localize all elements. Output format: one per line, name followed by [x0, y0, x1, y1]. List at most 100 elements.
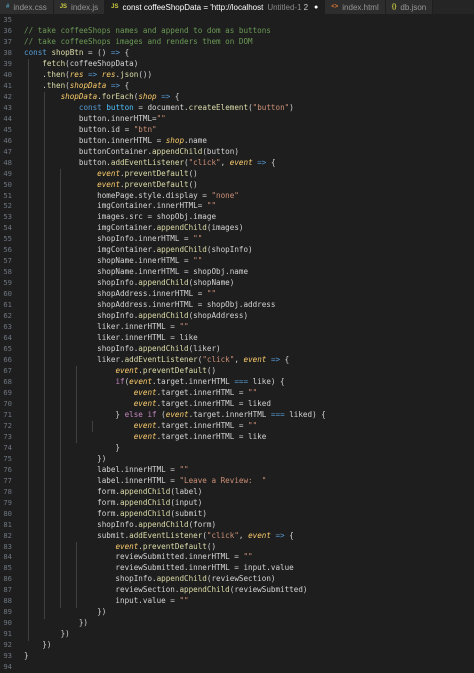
tab-3[interactable]: <> index.html — [325, 0, 386, 14]
line-number: 55 — [3, 234, 12, 244]
code-line[interactable]: imgContainer.appendChild(images) — [24, 223, 474, 234]
indent-guide — [44, 91, 45, 619]
code-line[interactable]: button.innerHTML = shop.name — [24, 136, 474, 147]
code-line[interactable]: .then(shopData => { — [24, 81, 474, 92]
line-number: 75 — [3, 453, 12, 463]
line-number: 64 — [3, 333, 12, 343]
code-line[interactable]: shopName.innerHTML = shopObj.name — [24, 267, 474, 278]
line-number-gutter: 35 36 37 38 39 40 41 42 43 44 45 46 47 48 49 50 51 52 53 54… — [0, 15, 12, 673]
tab-2[interactable]: JS const coffeeShopData = 'http://localho… — [105, 0, 326, 14]
line-number: 54 — [3, 223, 12, 233]
code-line[interactable]: shopInfo.appendChild(shopName) — [24, 278, 474, 289]
code-line[interactable]: input.value = "" — [24, 596, 474, 607]
line-number: 51 — [3, 190, 12, 200]
code-line[interactable]: shopAddress.innerHTML = shopObj.address — [24, 300, 474, 311]
line-number: 80 — [3, 508, 12, 518]
unsaved-dot-icon[interactable]: ● — [314, 4, 318, 11]
code-line[interactable]: liker.innerHTML = "" — [24, 322, 474, 333]
code-line[interactable]: submit.addEventListener("click", event =… — [24, 531, 474, 542]
line-number: 82 — [3, 530, 12, 540]
code-line[interactable]: const shopBtn = () => { — [24, 48, 474, 59]
code-line[interactable]: } else if (event.target.innerHTML === li… — [24, 410, 474, 421]
line-number: 86 — [3, 574, 12, 584]
code-line[interactable]: reviewSubmitted.innerHTML = "" — [24, 552, 474, 563]
line-number: 92 — [3, 640, 12, 650]
code-line[interactable]: } — [24, 443, 474, 454]
tab-label: index.css — [13, 2, 47, 12]
line-number: 62 — [3, 311, 12, 321]
code-line[interactable]: shopInfo.appendChild(form) — [24, 520, 474, 531]
code-line[interactable]: shopName.innerHTML = "" — [24, 256, 474, 267]
code-line[interactable]: button.id = "btn" — [24, 125, 474, 136]
code-line[interactable]: imgContainer.appendChild(shopInfo) — [24, 245, 474, 256]
html-file-icon: <> — [331, 4, 339, 10]
tab-4[interactable]: {} db.json — [385, 0, 434, 14]
indent-guide — [60, 168, 61, 608]
code-line[interactable] — [24, 15, 474, 26]
code-line[interactable]: form.appendChild(submit) — [24, 509, 474, 520]
js-file-icon: JS — [111, 4, 119, 10]
code-line[interactable]: reviewSection.appendChild(reviewSubmitte… — [24, 585, 474, 596]
code-line[interactable]: event.preventDefault() — [24, 366, 474, 377]
line-number: 84 — [3, 552, 12, 562]
code-line[interactable]: event.target.innerHTML = liked — [24, 399, 474, 410]
line-number: 40 — [3, 69, 12, 79]
code-line[interactable]: button.addEventListener("click", event =… — [24, 158, 474, 169]
code-line[interactable]: form.appendChild(label) — [24, 487, 474, 498]
code-line[interactable]: fetch(coffeeShopData) — [24, 59, 474, 70]
line-number: 65 — [3, 344, 12, 354]
line-number: 43 — [3, 102, 12, 112]
tab-0[interactable]: # index.css — [0, 0, 54, 14]
code-line[interactable]: button.innerHTML="" — [24, 114, 474, 125]
code-line[interactable]: } — [24, 651, 474, 662]
code-line[interactable]: shopData.forEach(shop => { — [24, 92, 474, 103]
code-line[interactable]: }) — [24, 454, 474, 465]
code-line[interactable]: event.preventDefault() — [24, 180, 474, 191]
code-line[interactable]: buttonContainer.appendChild(button) — [24, 147, 474, 158]
code-line[interactable]: event.preventDefault() — [24, 542, 474, 553]
code-line[interactable]: }) — [24, 618, 474, 629]
code-editor[interactable]: 35 36 37 38 39 40 41 42 43 44 45 46 47 48 49 50 51 52 53 54… — [0, 15, 474, 671]
code-line[interactable]: shopInfo.appendChild(liker) — [24, 344, 474, 355]
code-line[interactable]: shopInfo.appendChild(shopAddress) — [24, 311, 474, 322]
code-line[interactable]: shopAddress.innerHTML = "" — [24, 289, 474, 300]
code-line[interactable]: }) — [24, 640, 474, 651]
line-number: 70 — [3, 398, 12, 408]
code-line[interactable]: event.target.innerHTML = like — [24, 432, 474, 443]
code-line[interactable]: }) — [24, 607, 474, 618]
code-line[interactable]: label.innerHTML = "Leave a Review: " — [24, 476, 474, 487]
line-number: 87 — [3, 585, 12, 595]
line-number: 53 — [3, 212, 12, 222]
line-number: 71 — [3, 409, 12, 419]
code-line[interactable]: images.src = shopObj.image — [24, 212, 474, 223]
code-line[interactable]: form.appendChild(input) — [24, 498, 474, 509]
line-number: 39 — [3, 58, 12, 68]
code-line[interactable]: event.target.innerHTML = "" — [24, 388, 474, 399]
js-file-icon: JS — [59, 4, 68, 10]
line-number: 45 — [3, 124, 12, 134]
code-line[interactable]: // take coffeeShops images and renders t… — [24, 37, 474, 48]
code-line[interactable]: imgContainer.innerHTML= "" — [24, 201, 474, 212]
code-line[interactable] — [24, 662, 474, 673]
line-number: 56 — [3, 245, 12, 255]
code-line[interactable]: if(event.target.innerHTML === like) { — [24, 377, 474, 388]
code-line[interactable]: shopInfo.innerHTML = "" — [24, 234, 474, 245]
tab-description: Untitled-1 — [267, 2, 302, 12]
vertical-scrollbar[interactable] — [466, 15, 474, 639]
code-line[interactable]: // take coffeeShops names and append to … — [24, 26, 474, 37]
code-line[interactable]: homePage.style.display = "none" — [24, 191, 474, 202]
code-line[interactable]: label.innerHTML = "" — [24, 465, 474, 476]
line-number: 52 — [3, 201, 12, 211]
line-number: 93 — [3, 651, 12, 661]
code-line[interactable]: event.preventDefault() — [24, 169, 474, 180]
code-line[interactable]: shopInfo.appendChild(reviewSection) — [24, 574, 474, 585]
code-line[interactable]: .then(res => res.json()) — [24, 70, 474, 81]
code-line[interactable]: }) — [24, 629, 474, 640]
tab-1[interactable]: JS index.js — [53, 0, 106, 14]
code-line[interactable]: reviewSubmitted.innerHTML = input.value — [24, 563, 474, 574]
code-area[interactable]: // take coffeeShops names and append to … — [24, 15, 474, 673]
code-line[interactable]: liker.addEventListener("click", event =>… — [24, 355, 474, 366]
code-line[interactable]: const button = document.createElement("b… — [24, 103, 474, 114]
line-number: 63 — [3, 322, 12, 332]
code-line[interactable]: liker.innerHTML = like — [24, 333, 474, 344]
